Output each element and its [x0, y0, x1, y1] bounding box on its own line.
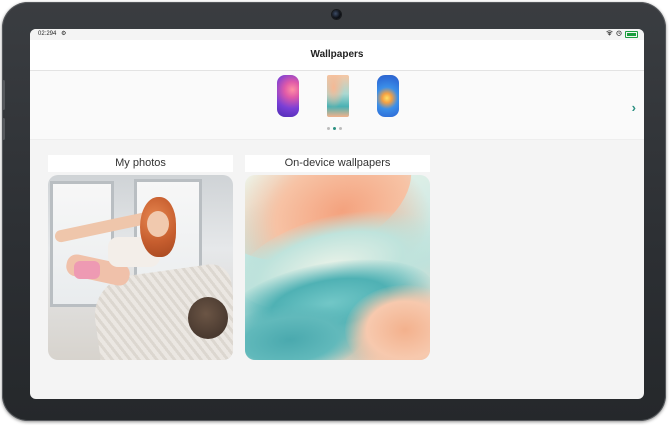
battery-icon: [625, 31, 638, 38]
app-header: Wallpapers: [30, 40, 644, 71]
power-button: [2, 118, 5, 140]
wallpaper-thumbnail-teal-peach[interactable]: [327, 75, 349, 117]
volume-button: [2, 80, 5, 110]
status-icons: [606, 30, 638, 39]
my-photos-card[interactable]: [48, 175, 233, 360]
tablet-frame: 02:294 ⚙ Wallpapers › My photos On-devic…: [2, 2, 666, 421]
my-photos-label: My photos: [48, 155, 233, 172]
wallpaper-thumbnail-purple[interactable]: [277, 75, 299, 117]
status-time: 02:29: [38, 31, 54, 37]
photo-parent-head: [188, 297, 228, 339]
status-time-suffix: 4: [53, 31, 57, 37]
carousel-page-indicator: [327, 127, 342, 130]
on-device-wallpapers-card[interactable]: [245, 175, 430, 360]
page-dot: [339, 127, 342, 130]
photo-child-face: [147, 211, 169, 237]
wallpaper-preview-carousel: ›: [30, 71, 644, 140]
wallpaper-thumbnail-blue-orange[interactable]: [377, 75, 399, 117]
alarm-icon: [616, 30, 622, 39]
screen: 02:294 ⚙ Wallpapers › My photos On-devic…: [30, 29, 644, 399]
wifi-icon: [606, 30, 613, 39]
page-title: Wallpapers: [310, 49, 364, 60]
on-device-wallpapers-section: On-device wallpapers: [245, 155, 430, 360]
chevron-right-icon[interactable]: ›: [632, 101, 636, 114]
my-photos-section: My photos: [48, 155, 233, 360]
photo-child-shorts: [74, 261, 100, 279]
status-time-group: 02:294: [38, 31, 56, 37]
status-bar: 02:294 ⚙: [30, 29, 644, 40]
page-dot-active: [333, 127, 336, 130]
on-device-wallpapers-label: On-device wallpapers: [245, 155, 430, 172]
page-dot: [327, 127, 330, 130]
gear-icon: ⚙: [61, 31, 67, 37]
front-camera: [332, 10, 341, 19]
